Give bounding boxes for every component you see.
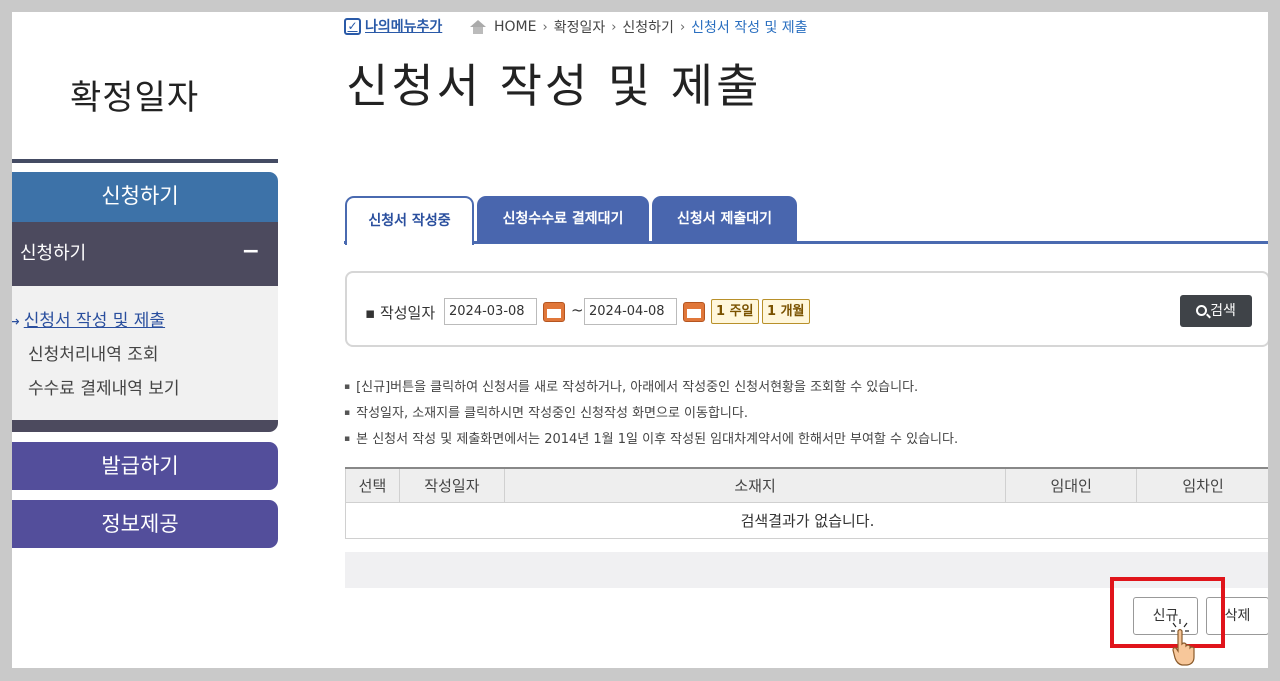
add-my-menu-link[interactable]: ✓ 나의메뉴추가 xyxy=(344,16,442,36)
table-row: 검색결과가 없습니다. xyxy=(345,501,1268,539)
arrow-right-icon: → xyxy=(12,314,20,330)
check-icon: ✓ xyxy=(344,17,361,35)
note-item: 본 신청서 작성 및 제출화면에서는 2014년 1월 1일 이후 작성된 임대… xyxy=(344,428,958,454)
column-header-lessee: 임차인 xyxy=(1136,467,1268,503)
search-date-label: ▪ 작성일자 xyxy=(365,304,436,322)
note-item: 작성일자, 소재지를 클릭하시면 작성중인 신청작성 화면으로 이동합니다. xyxy=(344,402,958,428)
sidebar-category-info[interactable]: 정보제공 xyxy=(12,500,278,548)
column-header-lessor: 임대인 xyxy=(1005,467,1138,503)
sidebar-submenu: → 신청서 작성 및 제출 신청처리내역 조회 수수료 결제내역 보기 xyxy=(12,286,278,420)
sidebar-item-process-history[interactable]: 신청처리내역 조회 xyxy=(28,340,159,365)
search-icon xyxy=(1196,305,1208,316)
column-header-date: 작성일자 xyxy=(398,467,505,503)
notes-list: [신규]버튼을 클릭하여 신청서를 새로 작성하거나, 아래에서 작성중인 신청… xyxy=(344,376,958,454)
chevron-right-icon: › xyxy=(679,19,686,35)
end-date-input[interactable] xyxy=(584,298,677,325)
column-header-address: 소재지 xyxy=(503,467,1007,503)
breadcrumb-item[interactable]: 확정일자 xyxy=(554,17,606,37)
sidebar-category-apply[interactable]: 신청하기 xyxy=(12,172,278,222)
note-item: [신규]버튼을 클릭하여 신청서를 새로 작성하거나, 아래에서 작성중인 신청… xyxy=(344,376,958,402)
sidebar-item-label: 신청서 작성 및 제출 xyxy=(23,311,166,331)
chevron-right-icon: › xyxy=(611,19,617,35)
empty-result-message: 검색결과가 없습니다. xyxy=(345,501,1268,539)
breadcrumb-current: 신청서 작성 및 제출 xyxy=(691,20,808,36)
column-header-select: 선택 xyxy=(345,467,400,503)
breadcrumb-item[interactable]: 신청하기 xyxy=(622,17,674,37)
home-icon[interactable] xyxy=(469,19,487,35)
application-table: 선택 작성일자 소재지 임대인 임차인 검색결과가 없습니다. xyxy=(345,467,1268,539)
date-range-separator: ~ xyxy=(571,301,584,319)
table-header-row: 선택 작성일자 소재지 임대인 임차인 xyxy=(345,467,1268,503)
one-month-button[interactable]: 1 개월 xyxy=(762,299,810,324)
search-button[interactable]: 검색 xyxy=(1180,295,1252,327)
page: 확정일자 신청하기 신청하기 − → 신청서 작성 및 제출 신청처리내역 조회 … xyxy=(12,12,1268,668)
one-week-button[interactable]: 1 주일 xyxy=(711,299,759,324)
collapse-icon[interactable]: − xyxy=(242,220,260,284)
sidebar-item-fee-history[interactable]: 수수료 결제내역 보기 xyxy=(28,374,180,399)
tab-fee-pending[interactable]: 신청수수료 결제대기 xyxy=(477,196,649,243)
sidebar-subheader-label: 신청하기 xyxy=(20,243,87,264)
tab-writing[interactable]: 신청서 작성중 xyxy=(345,196,474,245)
sidebar-subheader[interactable]: 신청하기 − xyxy=(12,222,278,286)
breadcrumb-home[interactable]: HOME xyxy=(494,19,536,35)
sidebar-title: 확정일자 xyxy=(70,78,200,118)
sidebar-submenu-footer xyxy=(12,420,278,432)
sidebar-category-issue[interactable]: 발급하기 xyxy=(12,442,278,490)
sidebar-divider xyxy=(12,159,278,163)
breadcrumb: HOME › 확정일자 › 신청하기 › 신청서 작성 및 제출 xyxy=(469,17,808,37)
chevron-right-icon: › xyxy=(542,19,548,35)
highlight-box xyxy=(1110,577,1225,648)
add-my-menu-label: 나의메뉴추가 xyxy=(365,19,443,35)
calendar-icon[interactable] xyxy=(683,302,705,322)
page-title: 신청서 작성 및 제출 xyxy=(346,59,762,113)
hand-cursor-icon xyxy=(1171,619,1195,666)
tab-submit-pending[interactable]: 신청서 제출대기 xyxy=(652,196,797,243)
start-date-input[interactable] xyxy=(444,298,537,325)
sidebar-item-write-submit[interactable]: → 신청서 작성 및 제출 xyxy=(12,306,165,331)
search-button-label: 검색 xyxy=(1210,303,1236,319)
calendar-icon[interactable] xyxy=(543,302,565,322)
search-panel: ▪ 작성일자 ~ 1 주일 1 개월 검색 xyxy=(345,271,1268,347)
